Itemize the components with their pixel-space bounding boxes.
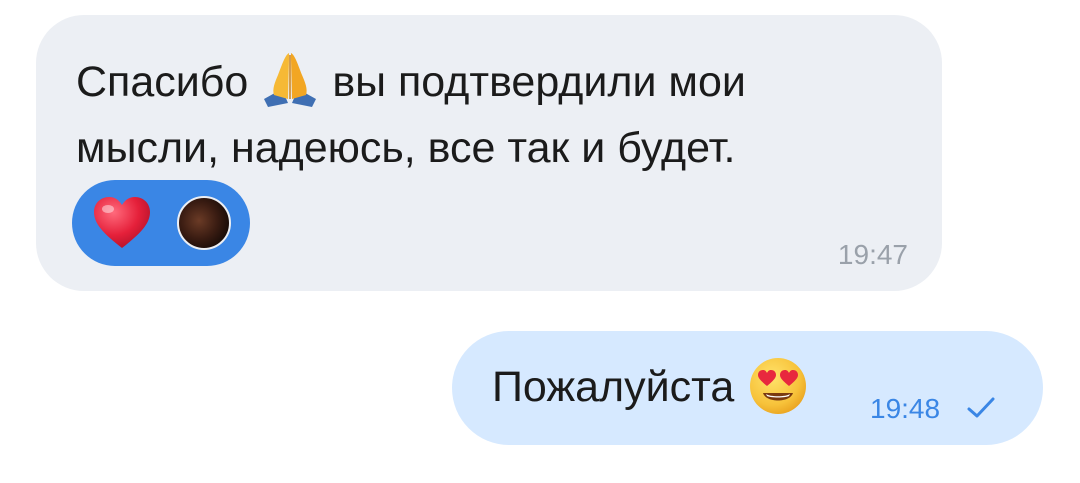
reaction-user-avatar[interactable] bbox=[177, 196, 231, 250]
incoming-message-text: Спасибо вы подтвердили мои мысли, надеюс… bbox=[76, 49, 896, 181]
check-icon bbox=[967, 397, 995, 418]
incoming-message-bubble[interactable]: Спасибо вы подтвердили мои мысли, надеюс… bbox=[36, 15, 942, 291]
incoming-text-part-1: Спасибо bbox=[76, 58, 249, 106]
heart-emoji-icon bbox=[94, 197, 150, 248]
chat-area: Спасибо вы подтвердили мои мысли, надеюс… bbox=[0, 0, 1080, 483]
outgoing-message-bubble[interactable]: Пожалуйста 19:48 bbox=[452, 331, 1043, 445]
reactions-bar[interactable] bbox=[72, 180, 250, 266]
incoming-message-time: 19:47 bbox=[837, 239, 908, 270]
folded-hands-icon bbox=[258, 49, 322, 109]
outgoing-message-time: 19:48 bbox=[870, 393, 941, 424]
outgoing-message-text: Пожалуйста bbox=[492, 357, 808, 420]
heart-eyes-smiley-icon bbox=[748, 356, 808, 416]
outgoing-text: Пожалуйста bbox=[492, 363, 735, 411]
